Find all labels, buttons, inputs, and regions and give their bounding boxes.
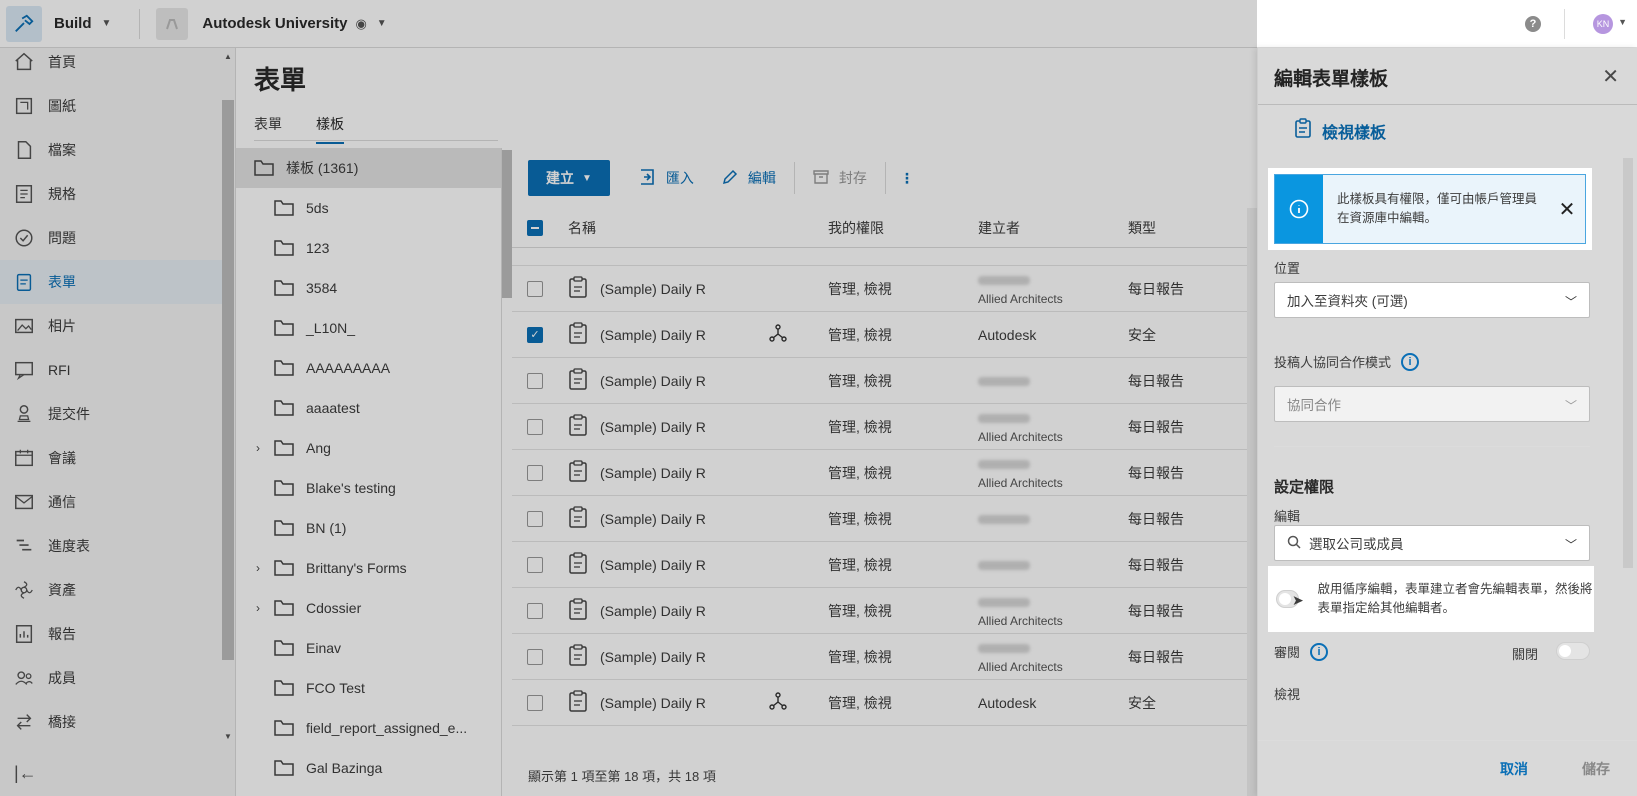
- divider: [1564, 9, 1565, 39]
- avatar[interactable]: KN: [1593, 14, 1613, 34]
- edit-template-panel: 編輯表單樣板 ✕ 檢視樣板 此樣板具有權限，僅可由帳戶管理員在資源庫中編輯。 ✕…: [1257, 48, 1637, 796]
- collab-mode-select[interactable]: 協同合作 ﹀: [1274, 386, 1590, 422]
- edit-label: 編輯: [1274, 509, 1301, 524]
- chevron-down-icon: ﹀: [1564, 399, 1577, 413]
- chevron-down-icon: ﹀: [1564, 538, 1577, 552]
- divider: [1258, 104, 1637, 105]
- info-icon[interactable]: i: [1401, 352, 1420, 371]
- collab-mode-label: 投稿人協同合作模式 i: [1274, 352, 1420, 371]
- info-banner: 此樣板具有權限，僅可由帳戶管理員在資源庫中編輯。 ✕: [1268, 168, 1592, 250]
- close-icon[interactable]: ✕: [1602, 64, 1619, 89]
- chevron-down-icon[interactable]: ▼: [1618, 17, 1627, 27]
- permissions-title: 設定權限: [1274, 479, 1335, 496]
- save-button[interactable]: 儲存: [1568, 748, 1624, 789]
- panel-dim-overlay: [1258, 48, 1637, 796]
- edit-members-select[interactable]: 選取公司或成員 ﹀: [1274, 525, 1590, 561]
- info-text: 此樣板具有權限，僅可由帳戶管理員在資源庫中編輯。: [1337, 192, 1538, 225]
- view-template-link[interactable]: 檢視樣板: [1294, 118, 1386, 143]
- cursor-icon: ➤: [1292, 592, 1304, 608]
- divider: [1274, 446, 1590, 447]
- modal-backdrop[interactable]: [0, 0, 1257, 796]
- review-toggle-label: 關閉: [1512, 647, 1539, 662]
- review-toggle[interactable]: [1556, 642, 1590, 660]
- close-icon[interactable]: ✕: [1549, 197, 1585, 222]
- cancel-button[interactable]: 取消: [1500, 759, 1528, 779]
- search-icon: [1287, 535, 1301, 552]
- sequential-edit-option: ➤ 啟用循序編輯，表單建立者會先編輯表單，然後將表單指定給其他編輯者。: [1268, 566, 1594, 632]
- location-label: 位置: [1274, 261, 1301, 276]
- review-label: 審閱 i: [1274, 642, 1329, 661]
- view-label: 檢視: [1274, 687, 1301, 702]
- help-icon[interactable]: ?: [1525, 16, 1541, 32]
- panel-scrollbar[interactable]: [1623, 158, 1633, 568]
- location-select[interactable]: 加入至資料夾 (可選) ﹀: [1274, 282, 1590, 318]
- info-icon[interactable]: i: [1310, 642, 1329, 661]
- chevron-down-icon: ﹀: [1564, 295, 1577, 309]
- panel-title: 編輯表單樣板: [1274, 69, 1389, 90]
- info-icon: [1275, 175, 1323, 243]
- clipboard-icon: [1294, 118, 1312, 143]
- sequential-edit-text: 啟用循序編輯，表單建立者會先編輯表單，然後將表單指定給其他編輯者。: [1317, 582, 1593, 615]
- panel-footer: 取消 儲存: [1258, 740, 1637, 796]
